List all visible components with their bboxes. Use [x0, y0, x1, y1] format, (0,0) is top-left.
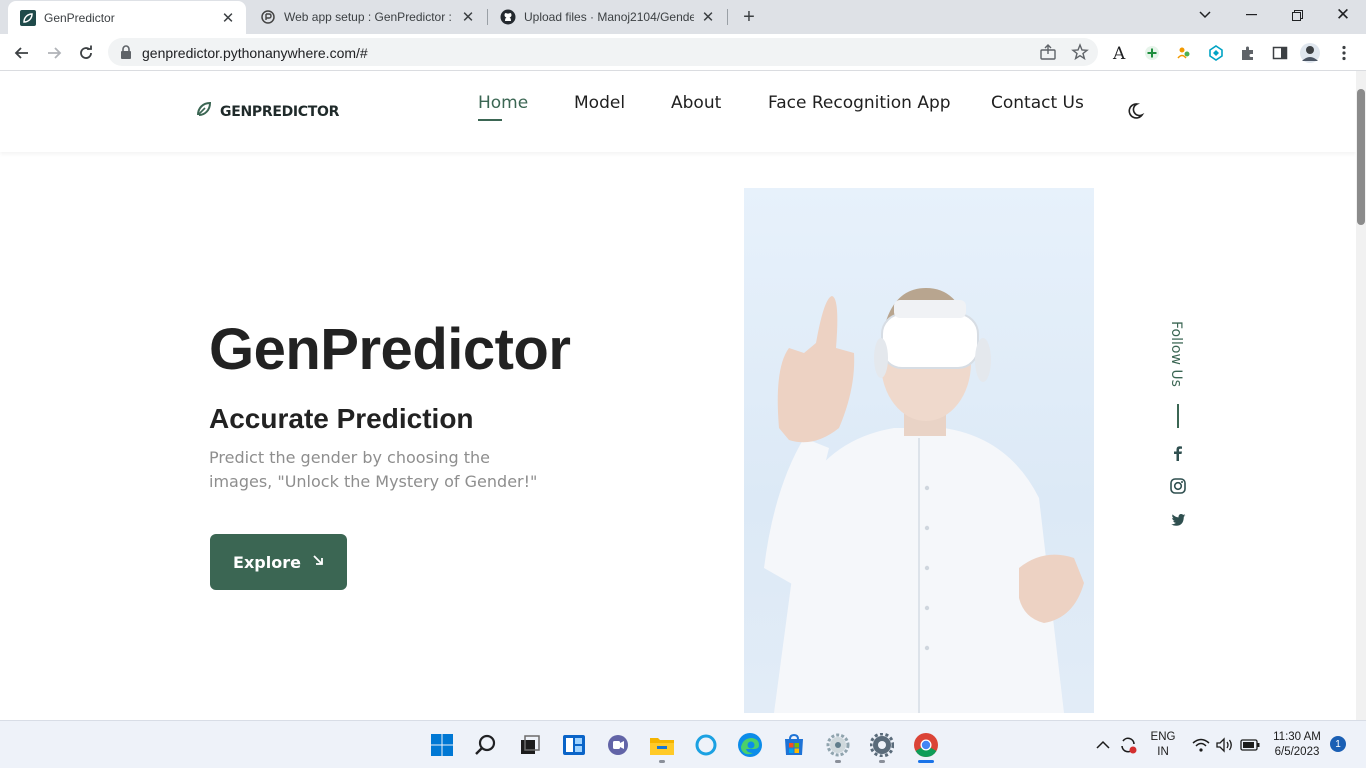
widgets-icon[interactable] [560, 731, 588, 759]
task-view-icon[interactable] [516, 731, 544, 759]
scrollbar-thumb[interactable] [1357, 89, 1365, 225]
settings-gear-icon[interactable] [868, 731, 896, 759]
url-text: genpredictor.pythonanywhere.com/# [142, 45, 368, 61]
show-hidden-icons[interactable] [1096, 721, 1110, 769]
sync-icon[interactable] [1118, 721, 1138, 769]
nav-about[interactable]: About [671, 93, 721, 113]
battery-icon[interactable] [1240, 721, 1260, 769]
site-header: GENPREDICTOR Home Model About Face Recog… [0, 71, 1356, 152]
notification-badge[interactable]: 1 [1330, 736, 1346, 752]
close-tab-icon[interactable]: ✕ [220, 10, 236, 27]
running-indicator [835, 760, 841, 763]
menu-kebab-icon[interactable] [1330, 39, 1358, 67]
instagram-icon[interactable] [1169, 477, 1187, 495]
share-icon[interactable] [1039, 43, 1057, 61]
genpredictor-icon [20, 9, 36, 26]
forward-button[interactable] [40, 39, 68, 67]
tab-search-icon[interactable] [1182, 0, 1228, 30]
follow-divider [1177, 404, 1179, 428]
back-button[interactable] [8, 39, 36, 67]
tab-genpredictor[interactable]: GenPredictor ✕ [8, 1, 246, 34]
region-code: IN [1157, 746, 1169, 758]
restore-button[interactable] [1274, 0, 1320, 30]
app-settings-gear-icon[interactable] [824, 731, 852, 759]
nav-contact-us[interactable]: Contact Us [991, 93, 1084, 113]
edge-browser-icon[interactable] [736, 731, 764, 759]
extensions-puzzle-icon[interactable] [1234, 39, 1262, 67]
tab-web-app-setup[interactable]: Web app setup : GenPredictor : P ✕ [248, 0, 486, 34]
explore-button-label: Explore [233, 552, 301, 572]
arrow-down-right-icon [313, 554, 324, 570]
teams-chat-icon[interactable] [604, 731, 632, 759]
people-extension-icon[interactable] [1170, 39, 1198, 67]
clock-time: 11:30 AM [1273, 731, 1321, 743]
nav-home[interactable]: Home [478, 93, 528, 113]
search-icon[interactable] [472, 731, 500, 759]
plus-extension-icon[interactable] [1138, 39, 1166, 67]
clock[interactable]: 11:30 AM 6/5/2023 [1270, 721, 1324, 769]
hero-title: GenPredictor [209, 317, 571, 382]
running-indicator [659, 760, 665, 763]
volume-icon[interactable] [1216, 721, 1234, 769]
active-nav-underline [478, 119, 502, 121]
close-tab-icon[interactable]: ✕ [700, 9, 716, 26]
facebook-icon[interactable] [1169, 444, 1187, 462]
reload-button[interactable] [72, 39, 100, 67]
address-bar[interactable]: genpredictor.pythonanywhere.com/# [108, 38, 1098, 66]
browser-toolbar: genpredictor.pythonanywhere.com/# A [0, 34, 1366, 71]
hero-image-vr-person [744, 188, 1094, 713]
tab-title: Upload files · Manoj2104/Gender [524, 10, 694, 24]
page-scrollbar[interactable] [1356, 71, 1366, 720]
leaf-icon [196, 101, 212, 122]
pythonanywhere-icon [260, 9, 276, 25]
hero-description: Predict the gender by choosing the image… [209, 448, 538, 491]
wifi-icon[interactable] [1192, 721, 1210, 769]
side-panel-icon[interactable] [1266, 39, 1294, 67]
new-tab-button[interactable]: + [737, 5, 761, 29]
site-logo[interactable]: GENPREDICTOR [196, 101, 339, 122]
lock-icon [120, 45, 132, 59]
tab-separator [727, 9, 728, 25]
clock-date: 6/5/2023 [1274, 746, 1320, 758]
file-explorer-icon[interactable] [648, 731, 676, 759]
tab-title: Web app setup : GenPredictor : P [284, 10, 454, 24]
diamond-extension-icon[interactable] [1202, 39, 1230, 67]
logo-text: GENPREDICTOR [220, 103, 340, 120]
nav-model[interactable]: Model [574, 93, 625, 113]
language-code: ENG [1150, 731, 1176, 743]
tab-title: GenPredictor [44, 10, 115, 25]
minimize-button[interactable] [1228, 0, 1274, 30]
hero-subtitle: Accurate Prediction [209, 403, 474, 434]
language-indicator[interactable]: ENG IN [1150, 721, 1176, 769]
browser-tab-strip: GenPredictor ✕ Web app setup : GenPredic… [0, 0, 1366, 34]
font-extension-icon[interactable]: A [1106, 39, 1134, 67]
explore-button[interactable]: Explore [210, 534, 347, 590]
close-window-button[interactable]: ✕ [1320, 0, 1366, 30]
svg-text:A: A [1112, 44, 1126, 62]
chrome-browser-icon[interactable] [912, 731, 940, 759]
moon-icon[interactable] [1128, 101, 1148, 121]
microsoft-store-icon[interactable] [780, 731, 808, 759]
nav-face-recognition-app[interactable]: Face Recognition App [768, 93, 951, 113]
web-page: GENPREDICTOR Home Model About Face Recog… [0, 71, 1356, 720]
bookmark-star-icon[interactable] [1071, 43, 1089, 61]
active-app-indicator [918, 760, 934, 763]
github-icon [500, 9, 516, 25]
cortana-icon[interactable] [692, 731, 720, 759]
tab-github-upload[interactable]: Upload files · Manoj2104/Gender ✕ [488, 0, 726, 34]
close-tab-icon[interactable]: ✕ [460, 9, 476, 26]
windows-taskbar: ENG IN 11:30 AM 6/5/2023 1 [0, 720, 1366, 768]
windows-start-icon[interactable] [428, 731, 456, 759]
follow-us-label: Follow Us [1168, 321, 1184, 387]
twitter-icon[interactable] [1169, 511, 1187, 529]
running-indicator [879, 760, 885, 763]
profile-avatar[interactable] [1296, 39, 1324, 67]
